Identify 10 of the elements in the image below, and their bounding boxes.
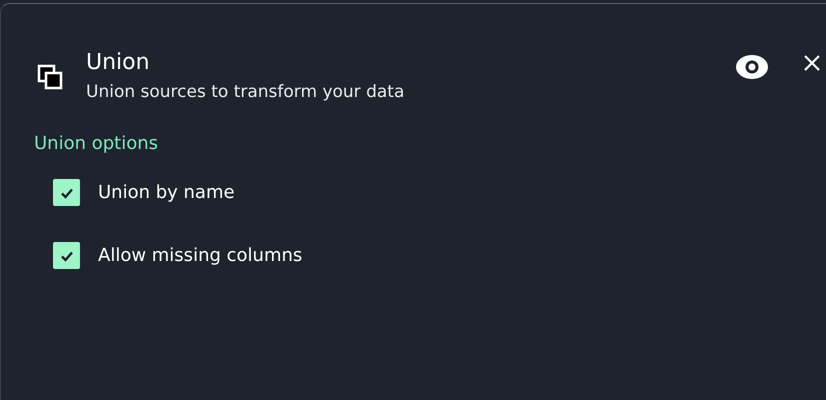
checkbox-label[interactable]: Allow missing columns (98, 245, 302, 266)
panel-title: Union (86, 49, 151, 77)
section-title: Union options (34, 132, 160, 156)
panel-subtitle: Union sources to transform your data (86, 81, 406, 104)
checkbox[interactable] (53, 179, 80, 206)
checkbox-label[interactable]: Union by name (98, 182, 235, 203)
eye-icon[interactable] (735, 54, 769, 80)
close-icon[interactable] (803, 54, 821, 72)
checkbox[interactable] (53, 242, 80, 269)
overlapping-squares-icon (37, 64, 63, 90)
